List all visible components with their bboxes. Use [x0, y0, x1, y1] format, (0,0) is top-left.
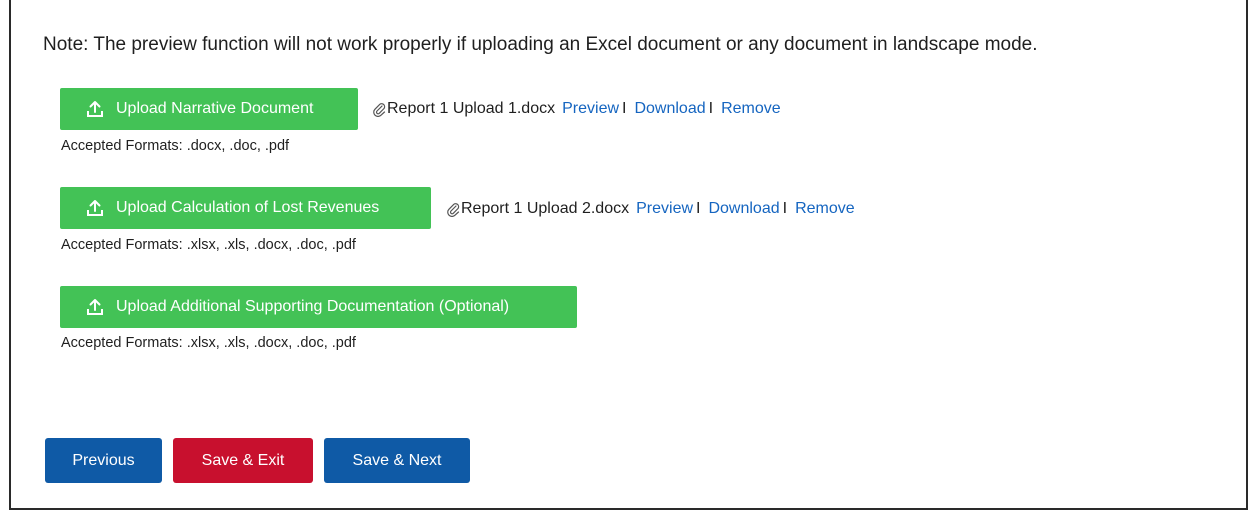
paperclip-icon	[446, 201, 460, 217]
separator: I	[622, 100, 627, 117]
lost-revenues-preview-link[interactable]: Preview	[636, 200, 693, 218]
save-next-button[interactable]: Save & Next	[324, 438, 470, 483]
upload-icon	[86, 298, 104, 316]
separator: I	[708, 100, 714, 117]
lost-revenues-file-name: Report 1 Upload 2.docx	[461, 200, 630, 217]
narrative-download-link[interactable]: Download	[634, 100, 705, 118]
upload-icon	[86, 199, 104, 217]
narrative-remove-link[interactable]: Remove	[721, 100, 781, 118]
separator: I	[696, 200, 701, 217]
lost-revenues-download-link[interactable]: Download	[708, 200, 779, 218]
upload-supporting-docs-label: Upload Additional Supporting Documentati…	[116, 298, 510, 315]
paperclip-icon	[372, 101, 386, 117]
narrative-preview-link[interactable]: Preview	[562, 100, 619, 118]
supporting-docs-accepted-formats: Accepted Formats: .xlsx, .xls, .docx, .d…	[61, 335, 356, 351]
separator: I	[782, 200, 788, 217]
upload-lost-revenues-button[interactable]: Upload Calculation of Lost Revenues	[60, 187, 431, 229]
upload-narrative-button[interactable]: Upload Narrative Document	[60, 88, 358, 130]
upload-lost-revenues-label: Upload Calculation of Lost Revenues	[116, 199, 380, 216]
narrative-file-name: Report 1 Upload 1.docx	[387, 100, 556, 117]
previous-button[interactable]: Previous	[45, 438, 162, 483]
upload-supporting-docs-button[interactable]: Upload Additional Supporting Documentati…	[60, 286, 577, 328]
save-exit-button[interactable]: Save & Exit	[173, 438, 313, 483]
lost-revenues-accepted-formats: Accepted Formats: .xlsx, .xls, .docx, .d…	[61, 237, 356, 253]
lost-revenues-file-info: Report 1 Upload 2.docx Preview I Downloa…	[446, 200, 855, 218]
narrative-accepted-formats: Accepted Formats: .docx, .doc, .pdf	[61, 138, 290, 154]
form-panel	[9, 0, 1248, 510]
upload-icon	[86, 100, 104, 118]
upload-narrative-label: Upload Narrative Document	[116, 100, 314, 117]
narrative-file-info: Report 1 Upload 1.docx Preview I Downloa…	[372, 100, 781, 118]
preview-note: Note: The preview function will not work…	[43, 34, 1038, 55]
lost-revenues-remove-link[interactable]: Remove	[795, 200, 855, 218]
